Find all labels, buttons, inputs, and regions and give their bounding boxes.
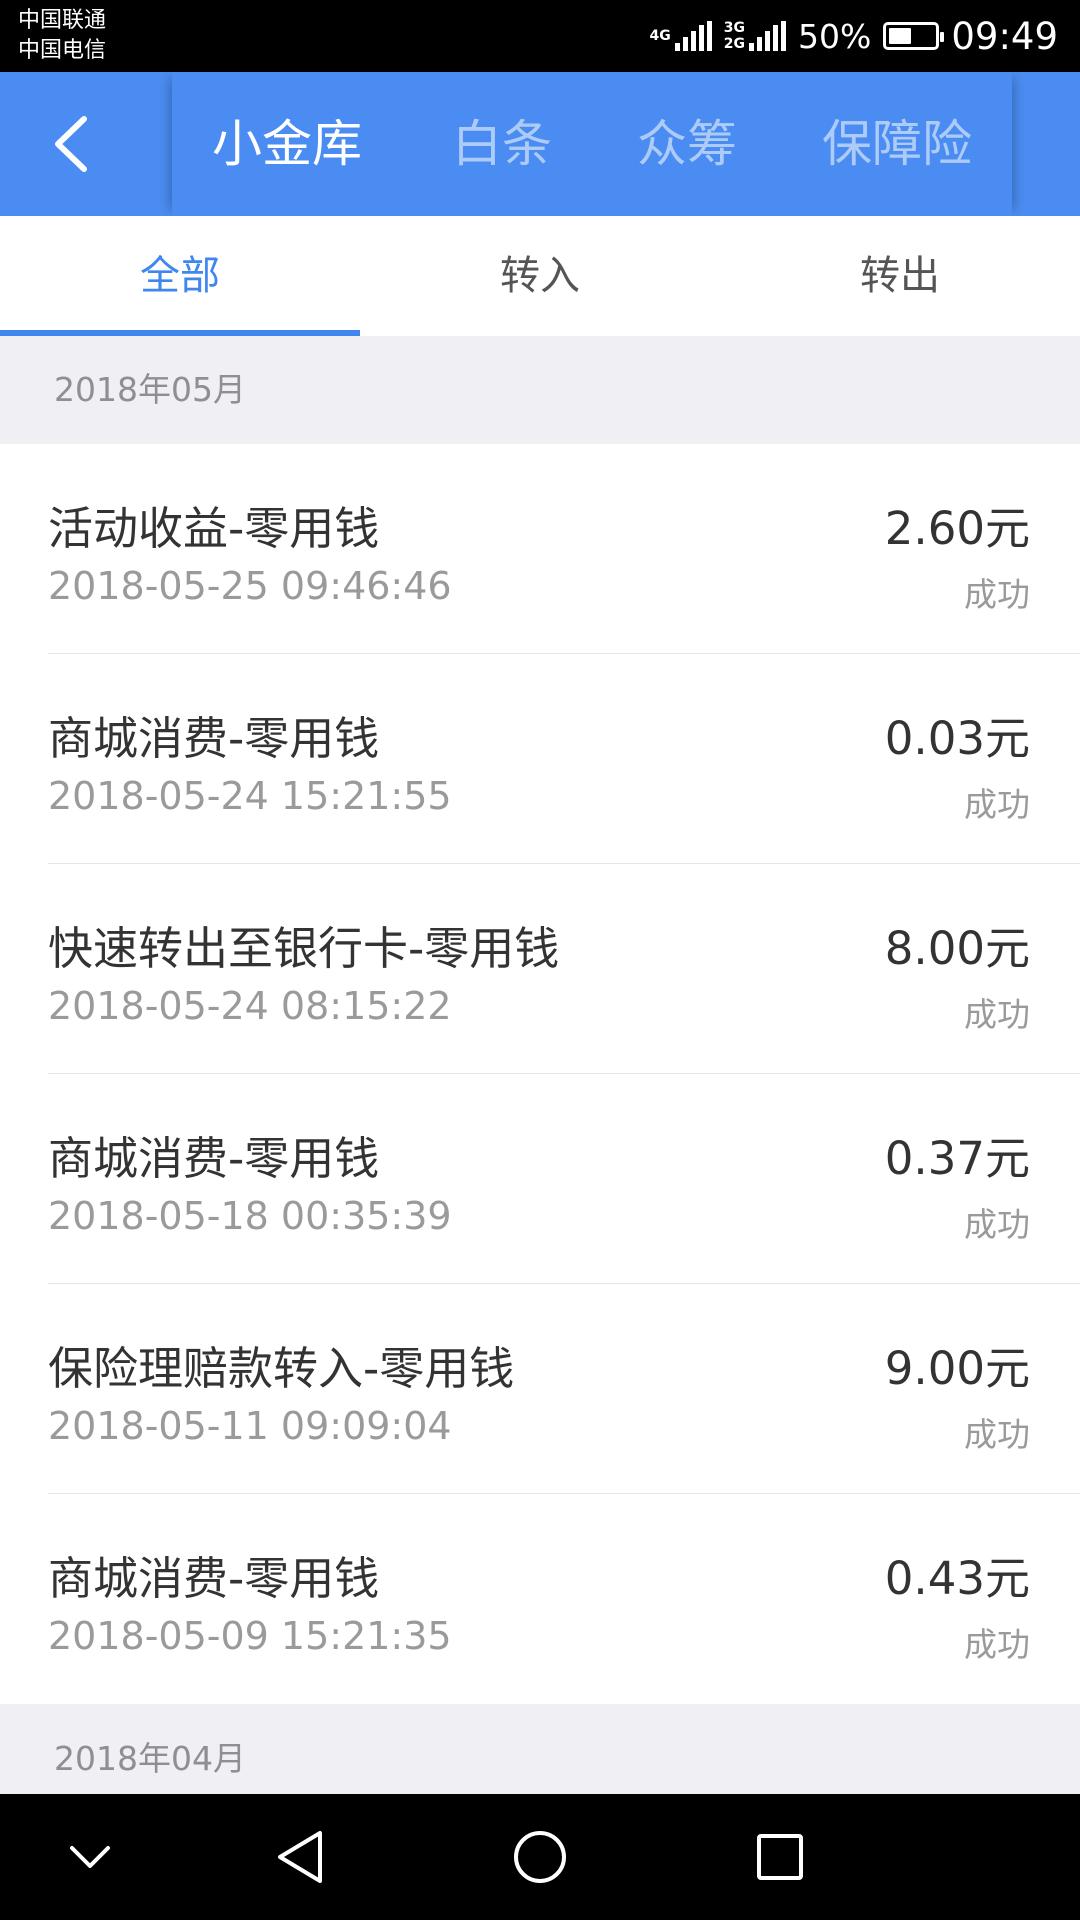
network-2: 3G 2G bbox=[724, 20, 786, 52]
list-item[interactable]: 快速转出至银行卡-零用钱 2018-05-24 08:15:22 8.00元 成… bbox=[0, 864, 1080, 1074]
header-tab-xiaojinku[interactable]: 小金库 bbox=[212, 72, 362, 216]
nav-back-button[interactable] bbox=[260, 1817, 340, 1897]
tab-transfer-out[interactable]: 转出 bbox=[720, 216, 1080, 336]
network-1-label: 4G bbox=[649, 28, 671, 44]
transaction-status: 成功 bbox=[964, 575, 1030, 614]
carrier-1: 中国联通 bbox=[18, 8, 107, 33]
transaction-title: 快速转出至银行卡-零用钱 bbox=[48, 922, 560, 975]
transaction-amount: 9.00元 bbox=[884, 1342, 1030, 1395]
nav-recents-button[interactable] bbox=[740, 1817, 820, 1897]
transaction-time: 2018-05-18 00:35:39 bbox=[48, 1194, 452, 1238]
back-triangle-icon bbox=[278, 1831, 322, 1883]
transaction-amount: 0.03元 bbox=[884, 712, 1030, 765]
month-header: 2018年04月 bbox=[0, 1704, 1080, 1794]
status-indicators: 4G 3G 2G 50% 09:49 bbox=[650, 0, 1058, 72]
transaction-time: 2018-05-09 15:21:35 bbox=[48, 1614, 452, 1658]
signal-bars-icon bbox=[674, 21, 712, 51]
transaction-title: 活动收益-零用钱 bbox=[48, 502, 380, 555]
transaction-amount: 2.60元 bbox=[884, 502, 1030, 555]
transaction-status: 成功 bbox=[964, 1625, 1030, 1664]
tab-all[interactable]: 全部 bbox=[0, 216, 360, 336]
header-tab-baozhangxian[interactable]: 保障险 bbox=[822, 72, 972, 216]
app-header: 小金库 白条 众筹 保障险 bbox=[0, 72, 1080, 216]
transaction-status: 成功 bbox=[964, 995, 1030, 1034]
transaction-title: 保险理赔款转入-零用钱 bbox=[48, 1342, 515, 1395]
transaction-time: 2018-05-11 09:09:04 bbox=[48, 1404, 452, 1448]
transaction-time: 2018-05-24 15:21:55 bbox=[48, 774, 452, 818]
carrier-2: 中国电信 bbox=[18, 38, 107, 63]
network-2-bottom-label: 2G bbox=[723, 36, 745, 52]
tab-transfer-in[interactable]: 转入 bbox=[360, 216, 720, 336]
clock: 09:49 bbox=[951, 14, 1058, 58]
carrier-info: 中国联通 中国电信 bbox=[18, 6, 106, 66]
home-circle-icon bbox=[514, 1831, 566, 1883]
network-1: 4G bbox=[650, 21, 712, 51]
hide-nav-button[interactable] bbox=[50, 1817, 130, 1897]
filter-tabs: 全部 转入 转出 bbox=[0, 216, 1080, 336]
transaction-time: 2018-05-24 08:15:22 bbox=[48, 984, 452, 1028]
list-item[interactable]: 活动收益-零用钱 2018-05-25 09:46:46 2.60元 成功 bbox=[0, 444, 1080, 654]
nav-home-button[interactable] bbox=[500, 1817, 580, 1897]
chevron-left-icon bbox=[55, 116, 87, 172]
battery-icon bbox=[883, 22, 945, 50]
transaction-title: 商城消费-零用钱 bbox=[48, 1132, 380, 1185]
transaction-status: 成功 bbox=[964, 785, 1030, 824]
status-bar: 中国联通 中国电信 4G 3G 2G 50% 09:49 bbox=[0, 0, 1080, 72]
back-button[interactable] bbox=[30, 104, 110, 184]
list-item[interactable]: 保险理赔款转入-零用钱 2018-05-11 09:09:04 9.00元 成功 bbox=[0, 1284, 1080, 1494]
network-2-top-label: 3G bbox=[723, 20, 745, 36]
list-item[interactable]: 商城消费-零用钱 2018-05-18 00:35:39 0.37元 成功 bbox=[0, 1074, 1080, 1284]
transaction-status: 成功 bbox=[964, 1415, 1030, 1454]
list-item[interactable]: 商城消费-零用钱 2018-05-09 15:21:35 0.43元 成功 bbox=[0, 1494, 1080, 1704]
signal-bars-icon bbox=[749, 21, 786, 51]
transaction-list: 活动收益-零用钱 2018-05-25 09:46:46 2.60元 成功 商城… bbox=[0, 444, 1080, 1704]
transaction-title: 商城消费-零用钱 bbox=[48, 1552, 380, 1605]
transaction-time: 2018-05-25 09:46:46 bbox=[48, 564, 452, 608]
month-header: 2018年05月 bbox=[0, 336, 1080, 444]
transaction-title: 商城消费-零用钱 bbox=[48, 712, 380, 765]
list-item[interactable]: 商城消费-零用钱 2018-05-24 15:21:55 0.03元 成功 bbox=[0, 654, 1080, 864]
header-tab-baitiao[interactable]: 白条 bbox=[452, 72, 552, 216]
chevron-down-icon bbox=[70, 1846, 110, 1868]
battery-percent: 50% bbox=[798, 16, 872, 56]
transaction-status: 成功 bbox=[964, 1205, 1030, 1244]
recents-square-icon bbox=[757, 1834, 803, 1880]
transaction-amount: 0.43元 bbox=[884, 1552, 1030, 1605]
system-nav-bar bbox=[0, 1794, 1080, 1920]
transaction-amount: 0.37元 bbox=[884, 1132, 1030, 1185]
header-tabs: 小金库 白条 众筹 保障险 bbox=[172, 72, 1012, 216]
transaction-amount: 8.00元 bbox=[884, 922, 1030, 975]
battery-fill bbox=[889, 28, 912, 44]
header-tab-zhongchou[interactable]: 众筹 bbox=[637, 72, 737, 216]
